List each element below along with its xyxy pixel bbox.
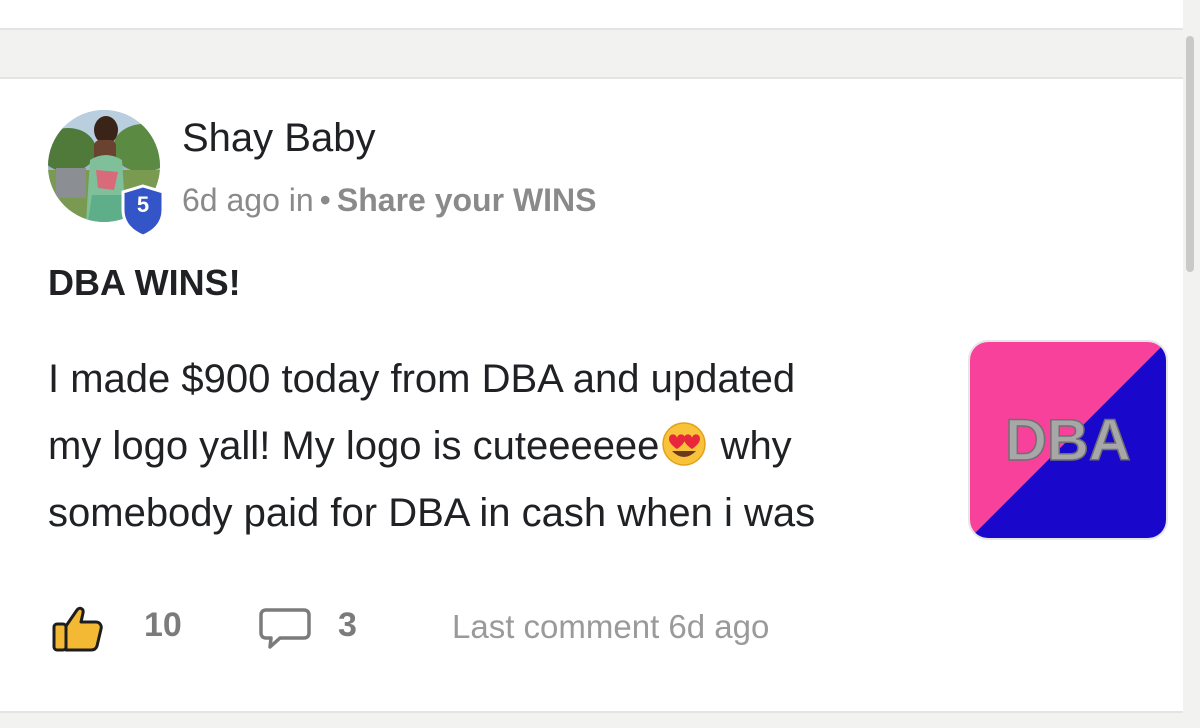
category-link[interactable]: Share your WINS [337,182,597,218]
post-stats: 10 3 Last comment 6d ago [48,600,948,656]
like-count: 10 [144,606,182,644]
post-image-thumbnail[interactable]: DBA [968,340,1168,540]
comment-count: 3 [338,606,357,644]
scrollbar[interactable] [1186,36,1194,272]
heart-eyes-emoji-icon [659,421,709,467]
post-body[interactable]: I made $900 today from DBA and updated m… [48,346,948,547]
thumbs-up-icon[interactable] [50,604,104,654]
post-time: 6d ago in [182,182,314,218]
post-body-line: I made $900 today from DBA and updated [48,357,796,401]
previous-post-card [0,0,1183,30]
post-body-line: somebody paid for DBA in cash when i was [48,491,816,535]
post-body-text: my logo yall! My logo is cuteeeeee [48,424,660,468]
level-badge: 5 [120,184,166,238]
thumbnail-logo-text: DBA [1005,408,1131,473]
author-name[interactable]: Shay Baby [182,116,375,161]
level-number: 5 [136,192,150,217]
comment-bubble-icon[interactable] [258,606,312,650]
post-title[interactable]: DBA WINS! [48,262,241,304]
meta-separator: • [319,182,331,218]
post-meta: 6d ago in • Share your WINS [182,182,596,219]
post-body-line: my logo yall! My logo is cuteeeeee why [48,413,948,480]
post-body-text: why [709,424,792,468]
last-comment-time: Last comment 6d ago [452,608,770,645]
